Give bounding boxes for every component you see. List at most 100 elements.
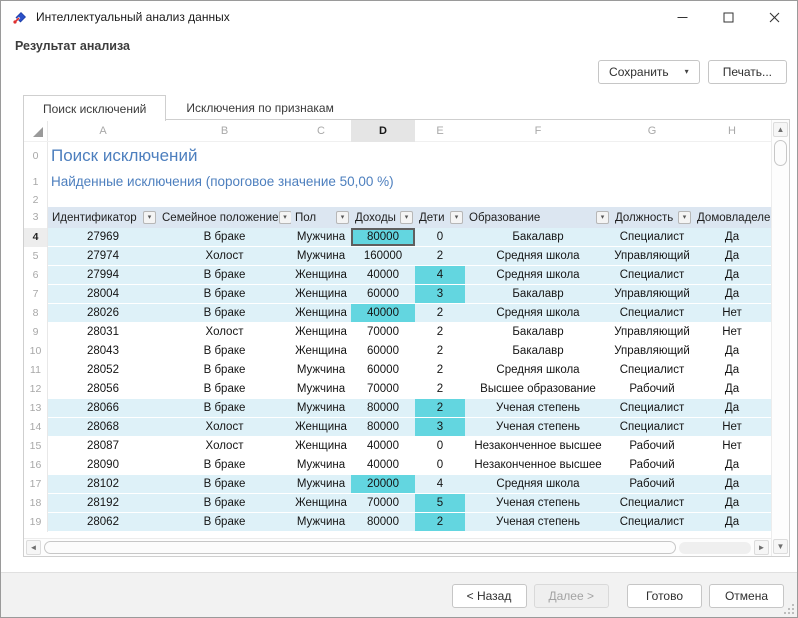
finish-button[interactable]: Готово: [627, 584, 702, 608]
vertical-scrollbar[interactable]: ▲ ▼: [771, 120, 789, 556]
table-cell[interactable]: 70000: [351, 323, 415, 342]
table-cell[interactable]: Специалист: [611, 418, 693, 437]
save-dropdown-icon[interactable]: ▾: [685, 68, 689, 76]
table-cell[interactable]: 2: [415, 361, 465, 380]
table-cell[interactable]: 80000: [351, 513, 415, 532]
table-cell[interactable]: 27994: [48, 266, 158, 285]
table-cell[interactable]: Да: [693, 342, 771, 361]
table-cell[interactable]: Мужчина: [291, 456, 351, 475]
table-cell[interactable]: 28026: [48, 304, 158, 323]
table-cell[interactable]: Да: [693, 494, 771, 513]
table-cell[interactable]: В браке: [158, 380, 291, 399]
filter-dropdown-button[interactable]: ▾: [450, 211, 463, 224]
table-cell[interactable]: 28031: [48, 323, 158, 342]
table-cell[interactable]: Женщина: [291, 304, 351, 323]
table-cell[interactable]: Бакалавр: [465, 285, 611, 304]
horizontal-scrollbar[interactable]: ◄ ►: [24, 538, 771, 556]
table-cell[interactable]: 4: [415, 266, 465, 285]
table-cell[interactable]: Мужчина: [291, 475, 351, 494]
table-cell[interactable]: Специалист: [611, 513, 693, 532]
scroll-down-icon[interactable]: ▼: [773, 539, 788, 554]
table-cell[interactable]: Да: [693, 399, 771, 418]
table-cell[interactable]: 40000: [351, 437, 415, 456]
table-cell[interactable]: Ученая степень: [465, 513, 611, 532]
tab-exceptions-by-features[interactable]: Исключения по признакам: [166, 95, 353, 120]
table-cell[interactable]: 2: [415, 323, 465, 342]
column-letter-E[interactable]: E: [415, 120, 465, 142]
column-letter-B[interactable]: B: [158, 120, 291, 142]
row-number[interactable]: 3: [24, 207, 48, 228]
table-cell[interactable]: 60000: [351, 285, 415, 304]
row-number[interactable]: 7: [24, 285, 48, 304]
table-cell[interactable]: 80000: [351, 418, 415, 437]
table-cell[interactable]: В браке: [158, 342, 291, 361]
table-cell[interactable]: В браке: [158, 513, 291, 532]
row-number[interactable]: 14: [24, 418, 48, 437]
back-button[interactable]: < Назад: [452, 584, 527, 608]
table-cell[interactable]: Мужчина: [291, 513, 351, 532]
title-bar[interactable]: Интеллектуальный анализ данных: [1, 1, 797, 33]
table-cell[interactable]: Незаконченное высшее: [465, 456, 611, 475]
table-cell[interactable]: Ученая степень: [465, 494, 611, 513]
table-cell[interactable]: 70000: [351, 494, 415, 513]
table-cell[interactable]: 5: [415, 494, 465, 513]
table-cell[interactable]: Бакалавр: [465, 228, 611, 247]
table-cell[interactable]: Мужчина: [291, 380, 351, 399]
table-cell[interactable]: Нет: [693, 304, 771, 323]
table-cell[interactable]: В браке: [158, 399, 291, 418]
table-cell[interactable]: 4: [415, 475, 465, 494]
scroll-right-icon[interactable]: ►: [754, 540, 769, 555]
table-cell[interactable]: 60000: [351, 361, 415, 380]
filter-dropdown-button[interactable]: ▾: [336, 211, 349, 224]
vertical-scrollbar-thumb[interactable]: [774, 140, 787, 166]
row-number[interactable]: 4: [24, 228, 48, 247]
column-letter-C[interactable]: C: [291, 120, 351, 142]
table-cell[interactable]: Управляющий: [611, 285, 693, 304]
filter-dropdown-button[interactable]: ▾: [596, 211, 609, 224]
table-cell[interactable]: Высшее образование: [465, 380, 611, 399]
table-cell[interactable]: В браке: [158, 304, 291, 323]
horizontal-scrollbar-thumb[interactable]: [44, 541, 676, 554]
table-cell[interactable]: Да: [693, 380, 771, 399]
table-cell[interactable]: Нет: [693, 323, 771, 342]
table-cell[interactable]: Да: [693, 247, 771, 266]
row-number[interactable]: 18: [24, 494, 48, 513]
table-cell[interactable]: Холост: [158, 437, 291, 456]
table-cell[interactable]: 28068: [48, 418, 158, 437]
table-cell[interactable]: Бакалавр: [465, 342, 611, 361]
select-all-corner[interactable]: [24, 120, 48, 141]
resize-grip[interactable]: [784, 604, 794, 614]
column-letter-F[interactable]: F: [465, 120, 611, 142]
filter-dropdown-button[interactable]: ▾: [400, 211, 413, 224]
table-cell[interactable]: 70000: [351, 380, 415, 399]
table-cell[interactable]: 40000: [351, 266, 415, 285]
table-cell[interactable]: 0: [415, 437, 465, 456]
table-cell[interactable]: Нет: [693, 418, 771, 437]
table-cell[interactable]: 28192: [48, 494, 158, 513]
table-cell[interactable]: 28056: [48, 380, 158, 399]
filter-dropdown-button[interactable]: ▾: [678, 211, 691, 224]
close-button[interactable]: [751, 1, 797, 33]
table-cell[interactable]: Специалист: [611, 228, 693, 247]
table-cell[interactable]: Холост: [158, 247, 291, 266]
table-cell[interactable]: Средняя школа: [465, 247, 611, 266]
row-number[interactable]: 1: [24, 170, 48, 194]
table-cell[interactable]: 28066: [48, 399, 158, 418]
table-cell[interactable]: Мужчина: [291, 228, 351, 247]
table-cell[interactable]: Специалист: [611, 399, 693, 418]
row-number[interactable]: 5: [24, 247, 48, 266]
table-cell[interactable]: Женщина: [291, 266, 351, 285]
table-cell[interactable]: Управляющий: [611, 323, 693, 342]
row-number[interactable]: 16: [24, 456, 48, 475]
table-cell[interactable]: Специалист: [611, 266, 693, 285]
row-number[interactable]: 17: [24, 475, 48, 494]
table-cell[interactable]: 2: [415, 513, 465, 532]
table-cell[interactable]: Рабочий: [611, 475, 693, 494]
table-cell[interactable]: 28062: [48, 513, 158, 532]
row-number[interactable]: 15: [24, 437, 48, 456]
table-cell[interactable]: Специалист: [611, 361, 693, 380]
table-cell[interactable]: Рабочий: [611, 437, 693, 456]
table-cell[interactable]: 0: [415, 228, 465, 247]
cancel-button[interactable]: Отмена: [709, 584, 784, 608]
table-cell[interactable]: 27969: [48, 228, 158, 247]
